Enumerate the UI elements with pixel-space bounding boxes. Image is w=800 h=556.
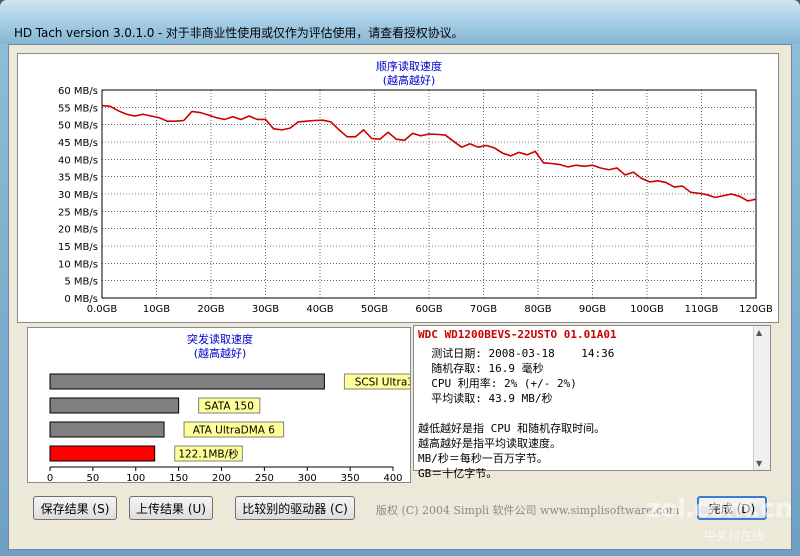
burst-tick-label: 350 [341, 473, 360, 482]
x-tick-label: 10GB [143, 304, 170, 315]
burst-bar-label: SATA 150 [205, 401, 254, 413]
burst-tick-label: 100 [126, 473, 145, 482]
watermark-logo: zol.com.cn [646, 494, 793, 524]
title-bar[interactable]: HD Tach version 3.0.1.0 - 对于非商业性使用或仅作为评估… [0, 0, 800, 44]
burst-bar [49, 373, 325, 390]
info-panel: WDC WD1200BEVS-22USTO 01.01A01 ▲ ▼ 测试日期:… [413, 325, 771, 480]
y-tick-label: 20 MB/s [58, 225, 98, 236]
sequential-chart-panel: 顺序读取速度 (越高越好) 0 MB/s 5 MB/s 10 MB/s 15 MB/s… [17, 53, 779, 323]
burst-bar [49, 397, 180, 414]
scroll-up-arrow[interactable]: ▲ [756, 328, 762, 337]
drive-model: WDC WD1200BEVS-22USTO 01.01A01 [418, 328, 617, 341]
info-scrollbar[interactable]: ▲ ▼ [753, 326, 770, 470]
y-tick-label: 50 MB/s [58, 121, 98, 132]
burst-tick-label: 50 [87, 473, 100, 482]
x-tick-label: 30GB [252, 304, 279, 315]
y-tick-label: 55 MB/s [58, 103, 98, 114]
y-tick-label: 45 MB/s [58, 138, 98, 149]
info-line: 随机存取: 16.9 毫秒 [418, 362, 544, 375]
burst-bar-label: SCSI Ultra320 [355, 377, 410, 389]
watermark-subtitle: 中关村在线 [703, 529, 764, 543]
burst-panel: 突发读取速度 (越高越好) SCSI Ultra320SATA 150ATA U… [27, 327, 411, 483]
info-line: 越高越好是指平均读取速度。 [418, 437, 561, 450]
burst-tick-label: 400 [383, 473, 402, 482]
info-line: GB＝十亿字节。 [418, 467, 498, 480]
y-tick-label: 15 MB/s [58, 242, 98, 253]
scroll-down-arrow[interactable]: ▼ [756, 459, 762, 468]
info-line: MB/秒＝每秒一百万字节。 [418, 452, 548, 465]
x-tick-label: 110GB [685, 304, 719, 315]
upload-results-button[interactable]: 上传结果 (U) [129, 496, 213, 520]
x-tick-label: 60GB [415, 304, 442, 315]
y-tick-label: 40 MB/s [58, 155, 98, 166]
x-tick-label: 50GB [361, 304, 388, 315]
x-tick-label: 70GB [470, 304, 497, 315]
burst-tick-label: 150 [169, 473, 188, 482]
x-tick-label: 120GB [739, 304, 773, 315]
x-tick-label: 100GB [630, 304, 664, 315]
info-line: 测试日期: 2008-03-18 14:36 [418, 347, 615, 360]
y-tick-label: 5 MB/s [64, 277, 98, 288]
y-tick-label: 25 MB/s [58, 207, 98, 218]
y-tick-label: 30 MB/s [58, 190, 98, 201]
burst-chart: SCSI Ultra320 SATA 150 ATA UltraDMA 6 122.1… [47, 373, 410, 482]
burst-bar [49, 445, 156, 462]
info-line: 平均读取: 43.9 MB/秒 [418, 392, 553, 405]
burst-tick-label: 200 [212, 473, 231, 482]
burst-tick-label: 250 [255, 473, 274, 482]
client-area: 顺序读取速度 (越高越好) 0 MB/s 5 MB/s 10 MB/s 15 MB/s… [8, 44, 792, 550]
info-line: 越低越好是指 CPU 和随机存取时间。 [418, 422, 606, 435]
burst-bar-label: ATA UltraDMA 6 [193, 425, 276, 437]
sequential-chart: 0 MB/s5 MB/s10 MB/s15 MB/s20 MB/s25 MB/s… [58, 86, 773, 315]
burst-bar-label: 122.1MB/秒 [178, 448, 239, 461]
burst-bar [49, 421, 165, 438]
x-tick-label: 0.0GB [87, 304, 118, 315]
compare-drives-button[interactable]: 比较别的驱动器 (C) [235, 496, 355, 520]
info-line: CPU 利用率: 2% (+/- 2%) [418, 377, 577, 390]
x-tick-label: 90GB [579, 304, 606, 315]
save-results-button[interactable]: 保存结果 (S) [33, 496, 117, 520]
burst-tick-label: 300 [298, 473, 317, 482]
copyright-text: 版权 (C) 2004 Simpli 软件公司 www.simplisoftwa… [376, 504, 680, 517]
y-tick-label: 10 MB/s [58, 259, 98, 270]
burst-tick-label: 0 [47, 473, 53, 482]
x-tick-label: 20GB [197, 304, 224, 315]
app-window: HD Tach version 3.0.1.0 - 对于非商业性使用或仅作为评估… [0, 0, 800, 556]
window-title: HD Tach version 3.0.1.0 - 对于非商业性使用或仅作为评估… [14, 26, 464, 40]
y-tick-label: 60 MB/s [58, 86, 98, 97]
x-tick-label: 40GB [306, 304, 333, 315]
y-tick-label: 35 MB/s [58, 173, 98, 184]
x-tick-label: 80GB [524, 304, 551, 315]
